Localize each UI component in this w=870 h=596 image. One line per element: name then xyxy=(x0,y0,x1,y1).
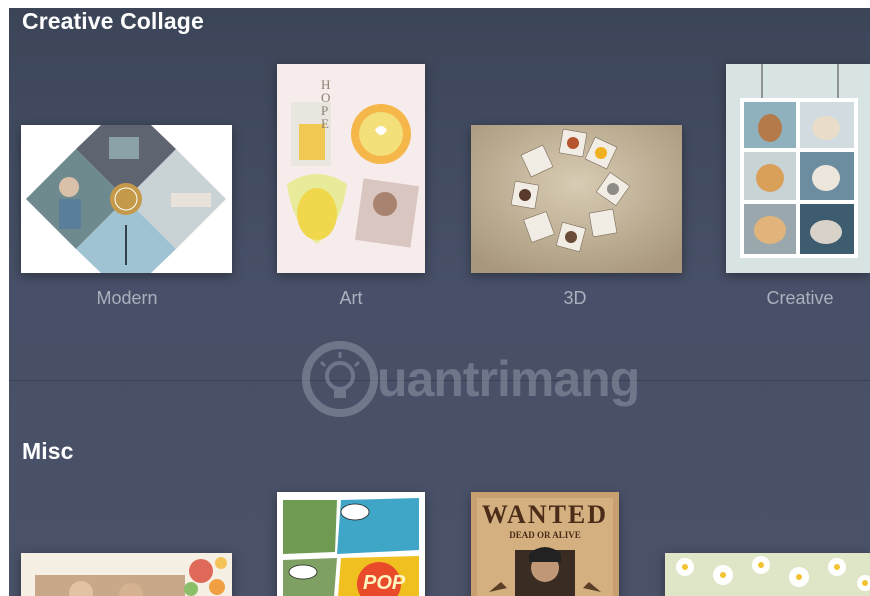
template-label-3d: 3D xyxy=(563,288,587,308)
template-card-comic[interactable]: POP xyxy=(277,492,425,596)
template-card-floral[interactable] xyxy=(21,553,232,596)
3d-cubes-collage-thumbnail[interactable] xyxy=(471,125,682,273)
watermark: uantrimang xyxy=(299,338,659,420)
template-card-modern[interactable]: Modern xyxy=(21,125,232,310)
template-card-daisies[interactable] xyxy=(665,553,870,596)
template-card-wanted[interactable]: WANTED DEAD OR ALIVE xyxy=(471,492,619,596)
wanted-title-text: WANTED xyxy=(481,500,609,529)
art-title-text: HOPE xyxy=(321,77,331,131)
template-label-modern: Modern xyxy=(96,288,158,308)
section-title-creative-collage: Creative Collage xyxy=(22,8,204,34)
watermark-text: uantrimang xyxy=(377,351,640,407)
section-title-misc: Misc xyxy=(22,438,74,464)
template-card-3d[interactable]: 3D xyxy=(471,125,682,310)
template-label-creative: Creative xyxy=(766,288,834,308)
floral-frame-thumbnail[interactable] xyxy=(21,553,232,596)
comic-pop-text: POP xyxy=(363,572,406,594)
art-hope-collage-thumbnail[interactable] xyxy=(277,64,425,273)
modern-collage-thumbnail[interactable] xyxy=(21,125,232,273)
daisy-flowers-thumbnail[interactable] xyxy=(665,553,870,596)
template-card-creative[interactable]: Creative xyxy=(726,64,870,310)
template-card-art[interactable]: HOPE Art xyxy=(277,64,425,310)
wanted-subtext: DEAD OR ALIVE xyxy=(509,530,581,540)
dogs-photo-grid-thumbnail[interactable] xyxy=(726,64,870,273)
template-gallery: Creative Collage Modern HOPE Art 3D Crea… xyxy=(9,8,870,596)
template-label-art: Art xyxy=(339,288,363,308)
lightbulb-logo-icon xyxy=(302,341,378,417)
